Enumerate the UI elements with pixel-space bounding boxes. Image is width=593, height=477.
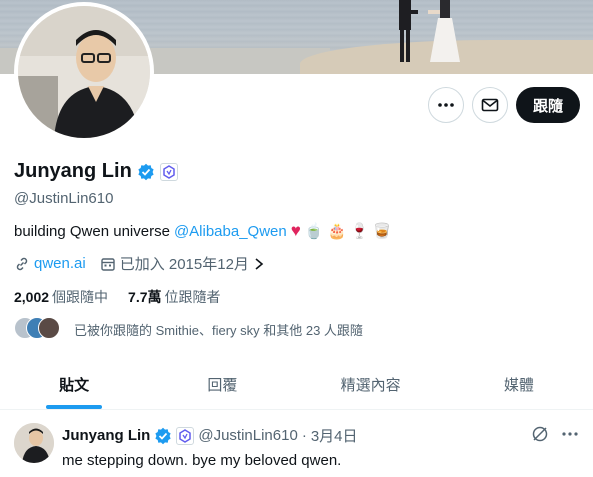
- envelope-icon: [481, 98, 499, 112]
- message-button[interactable]: [472, 87, 508, 123]
- tweet[interactable]: Junyang Lin @JustinLin610 · 3月4日 me step…: [0, 411, 593, 477]
- heart-emoji-icon: ♥: [290, 221, 301, 240]
- avatar-photo: [18, 6, 150, 138]
- profile-name: Junyang Lin: [14, 160, 132, 182]
- calendar-icon: [101, 257, 115, 271]
- profile-meta: qwen.ai 已加入 2015年12月: [14, 253, 279, 274]
- tweet-actions: [531, 425, 579, 443]
- website-item[interactable]: qwen.ai: [14, 255, 86, 272]
- joined-item[interactable]: 已加入 2015年12月: [100, 253, 265, 274]
- profile-tabs: 貼文 回覆 精選內容 媒體: [0, 360, 593, 410]
- verified-badge-icon[interactable]: [154, 427, 172, 445]
- tweet-author-handle[interactable]: @JustinLin610: [198, 427, 297, 444]
- tab-media[interactable]: 媒體: [445, 360, 593, 409]
- more-horizontal-icon[interactable]: [561, 425, 579, 443]
- tweet-date[interactable]: 3月4日: [311, 425, 358, 446]
- wine-emoji: 🍷: [350, 222, 369, 240]
- profile-stats: 2,002 個跟隨中 7.7萬 位跟隨者: [14, 287, 241, 307]
- tab-posts[interactable]: 貼文: [0, 360, 148, 409]
- tweet-avatar[interactable]: [14, 423, 54, 463]
- affiliation-badge-icon[interactable]: [176, 426, 195, 445]
- grok-icon[interactable]: [531, 425, 549, 443]
- banner-figure-man: [399, 0, 418, 62]
- follower-avatar: [38, 317, 60, 339]
- whiskey-emoji: 🥃: [372, 222, 392, 240]
- link-icon: [16, 257, 28, 270]
- followed-by-row[interactable]: 已被你跟隨的 Smithie、fiery sky 和其他 23 人跟隨: [14, 317, 363, 341]
- qwen-logo-icon: [163, 164, 175, 179]
- tab-replies[interactable]: 回覆: [148, 360, 296, 409]
- more-options-button[interactable]: [428, 87, 464, 123]
- more-horizontal-icon: [438, 103, 454, 107]
- tweet-separator: ·: [301, 427, 307, 444]
- banner-figure-woman: [428, 0, 460, 62]
- matcha-emoji: 🍵: [304, 222, 324, 240]
- profile-name-row: Junyang Lin: [14, 160, 178, 183]
- joined-date: 已加入 2015年12月: [119, 256, 249, 273]
- follow-button[interactable]: 跟隨: [516, 87, 580, 123]
- chevron-right-icon: [255, 257, 264, 270]
- tweet-author-name[interactable]: Junyang Lin: [62, 427, 150, 444]
- qwen-logo-icon: [179, 428, 192, 443]
- tweet-text: me stepping down. bye my beloved qwen.: [62, 452, 342, 469]
- bio-text: building Qwen universe: [14, 222, 170, 240]
- followed-by-text: 已被你跟隨的 Smithie、fiery sky 和其他 23 人跟隨: [74, 322, 363, 338]
- followers-stat[interactable]: 7.7萬 位跟隨者: [128, 287, 220, 307]
- following-stat[interactable]: 2,002 個跟隨中: [14, 287, 108, 307]
- tweet-avatar-photo: [14, 423, 54, 463]
- profile-avatar[interactable]: [14, 2, 154, 142]
- following-count: 2,002: [14, 289, 50, 305]
- tab-highlights[interactable]: 精選內容: [297, 360, 445, 409]
- cake-emoji: 🎂: [327, 222, 347, 240]
- bio-mention-link[interactable]: @Alibaba_Qwen: [174, 223, 287, 240]
- follower-avatars: [14, 317, 68, 341]
- profile-handle: @JustinLin610: [14, 190, 114, 207]
- profile-bio: building Qwen universe @Alibaba_Qwen ♥ 🍵…: [14, 221, 392, 241]
- tweet-header: Junyang Lin @JustinLin610 · 3月4日: [62, 425, 358, 446]
- verified-badge-icon[interactable]: [137, 163, 155, 181]
- website-link[interactable]: qwen.ai: [34, 255, 86, 272]
- followers-count: 7.7萬: [128, 289, 162, 305]
- affiliation-badge-icon[interactable]: [159, 162, 178, 181]
- following-label: 個跟隨中: [52, 289, 109, 305]
- followers-label: 位跟隨者: [164, 289, 221, 305]
